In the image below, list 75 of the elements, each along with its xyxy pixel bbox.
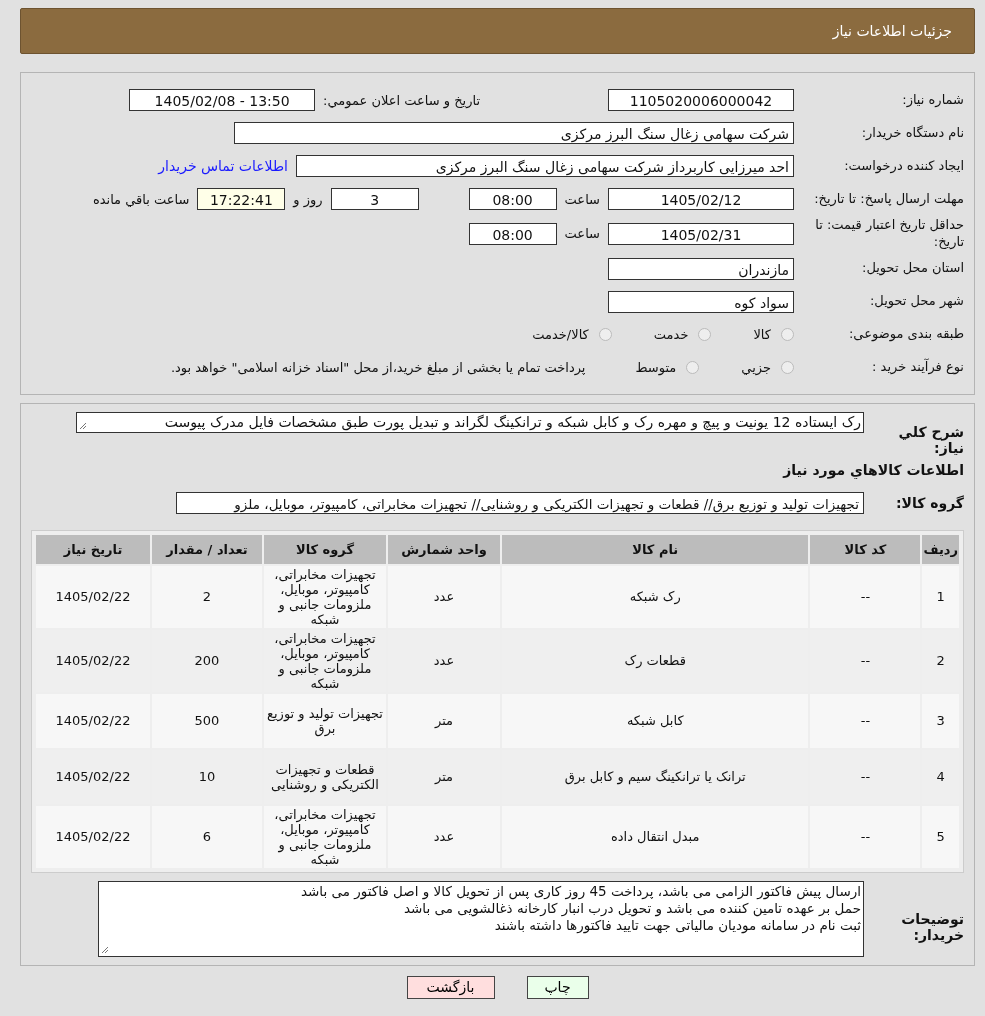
table-cell: 3: [922, 693, 959, 748]
time-field: 08:00: [468, 188, 557, 210]
column-header: تعداد / مقدار: [152, 534, 262, 564]
field-label: نوع فرآیند خرید :: [871, 359, 964, 377]
note-line: حمل بر عهده تامین کننده می باشد و تحویل درب انبار کارخانه ذغالشویی می باشد: [402, 899, 861, 917]
time-label: ساعت: [564, 226, 600, 242]
field-label: ایجاد کننده درخواست:: [843, 157, 964, 175]
note-line: ثبت نام در سامانه مودیان مالیاتی جهت تایید فاکتورها داشته باشند: [494, 916, 861, 934]
column-header: گروه کالا: [264, 534, 386, 564]
table-cell: 2: [152, 565, 262, 628]
province-field: مازندران: [608, 257, 794, 280]
table-cell: 500: [152, 693, 262, 748]
table-cell: --: [810, 693, 921, 748]
table-cell: متر: [388, 693, 500, 748]
days-label: روز و: [293, 191, 323, 207]
column-header: نام کالا: [502, 534, 809, 564]
column-header: واحد شمارش: [388, 534, 500, 564]
field-label: استان محل تحویل:: [861, 260, 964, 278]
back-button[interactable]: بازگشت: [406, 975, 495, 999]
process-radio[interactable]: متوسط: [635, 360, 700, 376]
table-cell: 1405/02/22: [36, 565, 150, 628]
column-header: ردیف: [922, 534, 959, 564]
column-header: کد کالا: [810, 534, 921, 564]
field-label: گروه کالا:: [894, 494, 964, 511]
resize-grip-icon: [79, 421, 87, 430]
table-cell: مبدل انتقال داده: [502, 805, 809, 868]
field-label: مهلت ارسال پاسخ: تا تاریخ:: [813, 190, 964, 208]
field-label: شرح کلي نیاز:: [897, 422, 964, 456]
category-radio[interactable]: خدمت: [653, 327, 712, 343]
field-label: شهر محل تحویل:: [868, 293, 964, 311]
field-label: توضیحات خریدار:: [900, 909, 964, 943]
table-cell: کابل شبکه: [502, 693, 809, 748]
category-radio[interactable]: کالا: [753, 327, 794, 343]
table-cell: 6: [152, 805, 262, 868]
payment-note: پرداخت تمام یا بخشی از مبلغ خرید،از محل "اسناد خزانه اسلامی" خواهد بود.: [170, 360, 586, 376]
contact-link[interactable]: اطلاعات تماس خریدار: [158, 158, 288, 174]
field-label: تاریخ و ساعت اعلان عمومي:: [323, 92, 480, 108]
table-cell: تجهیزات مخابراتی، کامپیوتر، موبایل، ملزومات جانبی و شبکه: [264, 805, 386, 868]
category-radio[interactable]: کالا/خدمت: [532, 327, 612, 343]
remaining-label: ساعت باقي مانده: [92, 191, 190, 207]
date-field: 1405/02/31: [608, 222, 794, 245]
table-cell: 1405/02/22: [36, 693, 150, 748]
note-line: ارسال پیش فاکتور الزامی می باشد، پرداخت 45 روز کاری پس از تحویل کالا و اصل فاکتور می باشد: [299, 882, 861, 900]
field-label: حداقل تاریخ اعتبار قیمت: تا تاریخ:: [814, 217, 964, 251]
print-button[interactable]: چاپ: [526, 975, 589, 999]
table-cell: --: [810, 805, 921, 868]
announce-date-field: 1405/02/08 - 13:50: [129, 89, 316, 111]
time-field: 08:00: [468, 222, 557, 245]
field-label: نام دستگاه خریدار:: [860, 124, 964, 142]
remaining-time-field: 17:22:41: [197, 188, 286, 210]
column-header: تاریخ نیاز: [36, 534, 150, 564]
table-cell: تجهیزات تولید و توزیع برق: [264, 693, 386, 748]
table-cell: 5: [922, 805, 959, 868]
section-title: اطلاعات کالاهاي مورد نیاز: [781, 461, 964, 478]
description-field: رک ایستاده 12 یونیت و پیچ و مهره رک و کابل شبکه و ترانکینگ لگراند و تبدیل پورت طبق مشخصات فایل مدرک پیوست: [76, 411, 864, 433]
resize-grip-icon: [101, 945, 109, 954]
table-cell: تجهیزات مخابراتی، کامپیوتر، موبایل، ملزومات جانبی و شبکه: [264, 565, 386, 628]
header-title: جزئیات اطلاعات نیاز: [832, 23, 952, 39]
buyer-field: شرکت سهامی زغال سنگ البرز مرکزی: [234, 122, 794, 144]
table-cell: 1: [922, 565, 959, 628]
process-radio[interactable]: جزيي: [741, 360, 794, 376]
table-cell: عدد: [388, 565, 500, 628]
creator-field: احد میرزایی کاربرداز شرکت سهامی زغال سنگ البرز مرکزی: [296, 155, 794, 177]
goods-group-field: تجهیزات تولید و توزیع برق// قطعات و تجهیزات الکتریکی و روشنایی// تجهیزات مخابراتی، کامپیوتر، موبایل، ملزو: [176, 491, 864, 514]
table-cell: عدد: [388, 805, 500, 868]
city-field: سواد کوه: [608, 290, 794, 313]
time-label: ساعت: [564, 191, 600, 207]
table-cell: رک شبکه: [502, 565, 809, 628]
need-number-field: 1105020006000042: [608, 89, 794, 111]
field-label: طبقه بندی موضوعی:: [847, 326, 964, 344]
field-label: شماره نیاز:: [901, 91, 964, 109]
table-cell: 1405/02/22: [36, 805, 150, 868]
date-field: 1405/02/12: [608, 188, 794, 210]
days-field: 3: [330, 188, 419, 210]
table-cell: --: [810, 565, 921, 628]
